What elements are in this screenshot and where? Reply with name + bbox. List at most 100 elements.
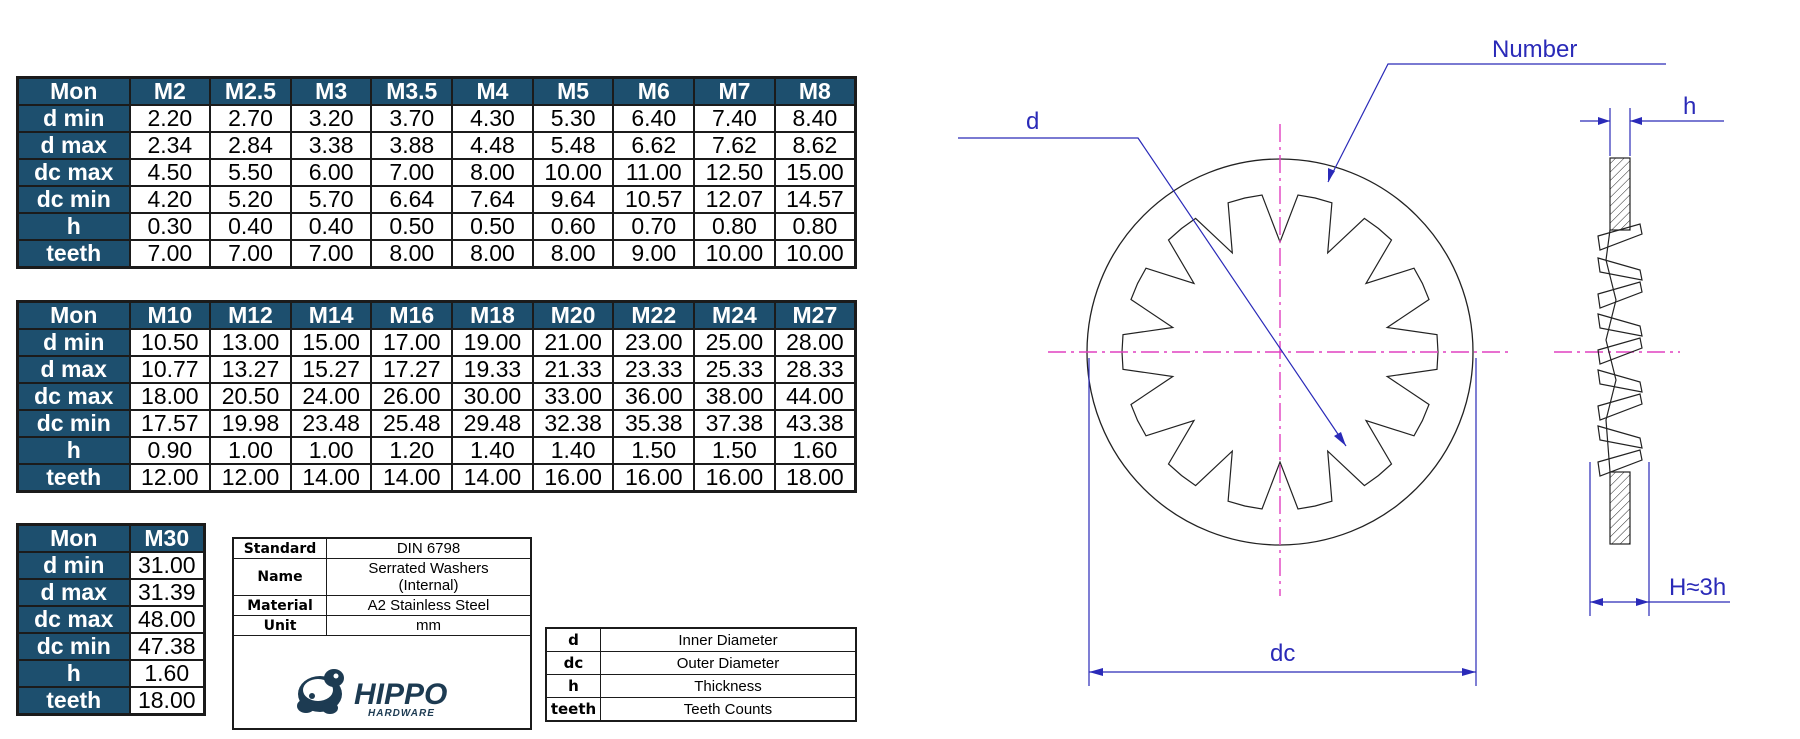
table-cell: 1.00	[289, 436, 373, 465]
table-row: d max 31.39	[16, 578, 206, 607]
column-header-size: M7	[693, 76, 776, 106]
table-cell: 6.62	[612, 131, 696, 160]
table-cell: 13.27	[209, 355, 292, 384]
side-tooth	[1597, 425, 1643, 449]
row-label: dc max	[16, 382, 131, 411]
label-dc: dc	[1270, 640, 1295, 667]
column-header-size: M16	[370, 300, 454, 330]
table-header-row: Mon M30	[16, 523, 206, 553]
column-header-size: M30	[128, 523, 206, 553]
column-header-size: M20	[531, 300, 615, 330]
legend-row: d Inner Diameter	[545, 627, 857, 652]
table-cell: 0.50	[370, 212, 454, 241]
table-row: dc max 18.00 20.50 24.00 26.00 30.00 33.00 36.0…	[16, 382, 857, 411]
info-value: A2 Stainless Steel	[326, 595, 530, 616]
table-cell: 48.00	[128, 605, 206, 634]
row-label: teeth	[16, 686, 131, 716]
table-cell: 10.00	[693, 239, 776, 269]
table-cell: 8.00	[370, 239, 454, 269]
table-cell: 5.50	[209, 158, 292, 187]
table-cell: 1.60	[128, 659, 206, 688]
column-header-mon: Mon	[16, 76, 131, 106]
washer-side-view: h H≈3h	[1554, 93, 1730, 616]
row-label: d min	[16, 328, 131, 357]
row-label: dc max	[16, 158, 131, 187]
column-header-size: M8	[773, 76, 857, 106]
table-cell: 24.00	[289, 382, 373, 411]
table-cell: 1.60	[773, 436, 857, 465]
table-cell: 28.00	[773, 328, 857, 357]
table-cell: 9.64	[531, 185, 615, 214]
column-header-size: M6	[612, 76, 696, 106]
side-tooth	[1597, 337, 1643, 365]
table-cell: 4.48	[451, 131, 534, 160]
table-cell: 37.38	[693, 409, 776, 438]
table-cell: 15.00	[773, 158, 857, 187]
legend-description: Inner Diameter	[600, 627, 857, 652]
table-cell: 6.64	[370, 185, 454, 214]
row-label: d min	[16, 551, 131, 580]
info-key: Material	[234, 595, 327, 616]
legend-key: d	[545, 627, 601, 652]
row-label: h	[16, 659, 131, 688]
spec-table-m10-m27: Mon M10 M12 M14 M16 M18 M20 M22 M24 M27 d min 10.5…	[16, 300, 857, 493]
info-key: Standard	[234, 539, 327, 559]
table-cell: 3.88	[370, 131, 454, 160]
table-cell: 21.00	[531, 328, 615, 357]
side-top-section	[1609, 157, 1631, 231]
table-row: h 1.60	[16, 659, 206, 688]
info-key: Name	[234, 558, 327, 596]
table-cell: 10.57	[612, 185, 696, 214]
table-cell: 26.00	[370, 382, 454, 411]
table-row: d max 10.77 13.27 15.27 17.27 19.33 21.33 23.33…	[16, 355, 857, 384]
table-cell: 14.00	[370, 463, 454, 493]
side-tooth	[1597, 313, 1643, 337]
column-header-size: M2	[128, 76, 212, 106]
legend-row: h Thickness	[545, 674, 857, 698]
table-cell: 32.38	[531, 409, 615, 438]
table-row: dc max 48.00	[16, 605, 206, 634]
column-header-size: M18	[451, 300, 534, 330]
table-row: d min 10.50 13.00 15.00 17.00 19.00 21.00 23.00…	[16, 328, 857, 357]
table-cell: 2.84	[209, 131, 292, 160]
table-cell: 0.40	[289, 212, 373, 241]
table-cell: 30.00	[451, 382, 534, 411]
column-header-size: M3.5	[370, 76, 454, 106]
column-header-size: M4	[451, 76, 534, 106]
table-cell: 25.33	[693, 355, 776, 384]
column-header-mon: Mon	[16, 300, 131, 330]
h-arrow-right	[1630, 117, 1642, 125]
table-cell: 0.90	[128, 436, 212, 465]
table-cell: 6.00	[289, 158, 373, 187]
H-arrow-right	[1636, 598, 1649, 606]
table-cell: 5.70	[289, 185, 373, 214]
column-header-size: M22	[612, 300, 696, 330]
info-key: Unit	[234, 615, 327, 636]
table-cell: 0.30	[128, 212, 212, 241]
name-line-1: Serrated Washers	[368, 560, 489, 577]
row-label: d max	[16, 578, 131, 607]
table-cell: 10.00	[531, 158, 615, 187]
table-cell: 3.70	[370, 104, 454, 133]
spec-table-m2-m8: Mon M2 M2.5 M3 M3.5 M4 M5 M6 M7 M8 d min 2.20 2.70 3…	[16, 76, 857, 269]
table-row: teeth 12.00 12.00 14.00 14.00 14.00 16.00 16.00…	[16, 463, 857, 493]
table-cell: 7.00	[128, 239, 212, 269]
table-cell: 1.00	[209, 436, 292, 465]
row-label: dc min	[16, 409, 131, 438]
table-cell: 11.00	[612, 158, 696, 187]
info-value: DIN 6798	[326, 539, 530, 559]
H-arrow-left	[1590, 598, 1603, 606]
table-cell: 13.00	[209, 328, 292, 357]
table-row: dc min 4.20 5.20 5.70 6.64 7.64 9.64 10.57 12.07…	[16, 185, 857, 214]
table-cell: 19.00	[451, 328, 534, 357]
row-label: dc min	[16, 632, 131, 661]
table-cell: 1.40	[451, 436, 534, 465]
table-cell: 18.00	[128, 686, 206, 716]
table-cell: 25.48	[370, 409, 454, 438]
legend-row: teeth Teeth Counts	[545, 697, 857, 722]
table-cell: 8.00	[451, 239, 534, 269]
table-cell: 19.33	[451, 355, 534, 384]
table-row: h 0.90 1.00 1.00 1.20 1.40 1.40 1.50 1.50 1.60	[16, 436, 857, 465]
table-cell: 28.33	[773, 355, 857, 384]
product-info-box: Standard DIN 6798 Name Serrated Washers …	[232, 537, 532, 730]
